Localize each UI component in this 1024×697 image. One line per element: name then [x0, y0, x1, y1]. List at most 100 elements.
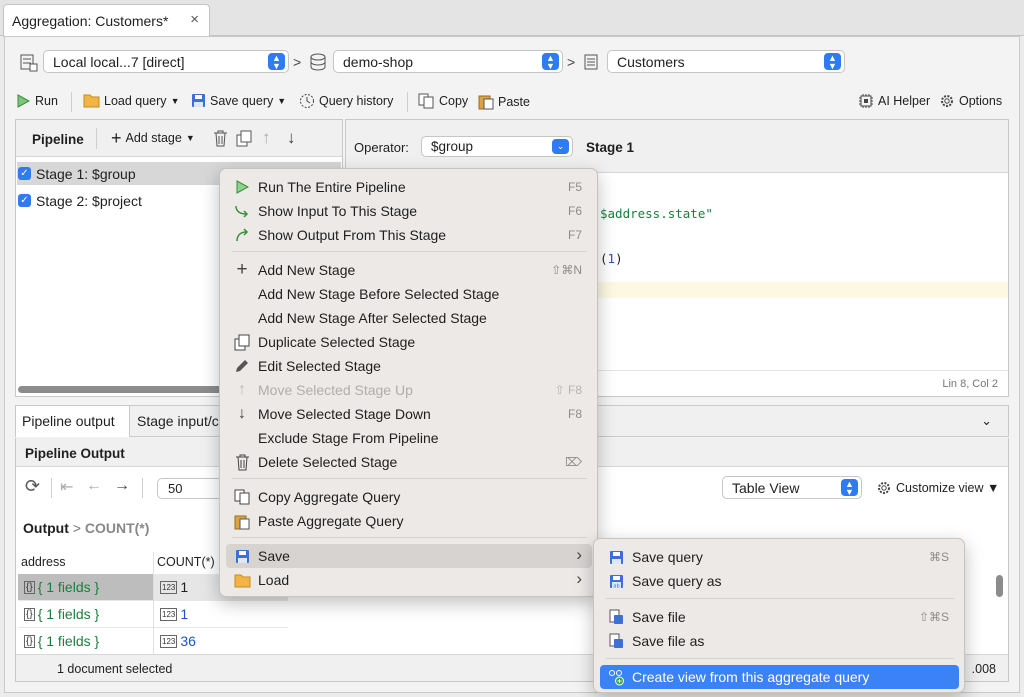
menu-item-label: Create view from this aggregate query [632, 669, 870, 685]
previous-page-icon[interactable]: ← [86, 477, 102, 495]
close-icon[interactable]: × [190, 11, 199, 28]
menu-item-add-stage-after[interactable]: Add New Stage After Selected Stage [226, 306, 592, 330]
table-cell-count[interactable]: 123 36 [153, 628, 288, 655]
load-query-button[interactable]: Load query ▼ [83, 93, 179, 108]
copy-button[interactable]: Copy [418, 93, 468, 109]
run-label: Run [35, 94, 58, 108]
submenu-item-save-file[interactable]: Save file ⇧⌘S [600, 605, 959, 629]
arrow-up-icon[interactable]: ↑ [262, 128, 271, 148]
copy-icon [234, 489, 249, 505]
copy-label: Copy [439, 94, 469, 108]
server-select[interactable]: Local local...7 [direct] ▲ ▼ [43, 50, 289, 73]
menu-item-save[interactable]: Save › [226, 544, 592, 568]
stage-2-checkbox[interactable]: ✓ [18, 194, 31, 207]
menu-item-label: Copy Aggregate Query [258, 489, 401, 505]
submenu-item-save-query[interactable]: Save query ⌘S [600, 545, 959, 569]
menu-item-shortcut: ⇧⌘N [551, 263, 582, 277]
arrow-down-icon: ↓ [238, 405, 246, 422]
folder-icon [83, 94, 100, 108]
chip-icon [859, 94, 873, 108]
chevron-down-icon[interactable]: ⌄ [981, 413, 992, 429]
table-cell-address[interactable]: {}{ 1 fields } [18, 574, 153, 601]
menu-item-edit-stage[interactable]: Edit Selected Stage [226, 354, 592, 378]
menu-item-label: Save query [632, 549, 703, 565]
plus-icon: + [236, 259, 248, 280]
menu-item-load[interactable]: Load › [226, 568, 592, 592]
count-value: 36 [180, 633, 196, 649]
number-icon: 123 [160, 607, 178, 621]
menu-item-shortcut: ⇧⌘S [918, 610, 949, 624]
arrow-down-icon[interactable]: ↓ [287, 128, 296, 148]
horizontal-scrollbar[interactable] [18, 386, 228, 393]
menu-item-move-stage-down[interactable]: ↓ Move Selected Stage Down F8 [226, 402, 592, 426]
menu-separator [606, 598, 954, 599]
duplicate-icon[interactable] [236, 130, 253, 147]
menu-item-shortcut: ⌦ [565, 455, 582, 469]
table-cell-address[interactable]: {}{ 1 fields } [18, 628, 153, 655]
menu-item-paste-aggregate[interactable]: Paste Aggregate Query [226, 509, 592, 533]
paste-label: Paste [498, 94, 530, 109]
ai-helper-button[interactable]: AI Helper [858, 93, 930, 109]
toolbar-divider [142, 478, 143, 498]
collection-select[interactable]: Customers ▲ ▼ [607, 50, 845, 73]
menu-item-add-stage-before[interactable]: Add New Stage Before Selected Stage [226, 282, 592, 306]
save-query-button[interactable]: Save query ▼ [191, 93, 286, 108]
collection-select-value: Customers [617, 54, 685, 70]
submenu-item-save-query-as[interactable]: ab Save query as [600, 569, 959, 593]
menu-item-show-output[interactable]: Show Output From This Stage F7 [226, 223, 592, 247]
table-cell-count[interactable]: 123 1 [153, 601, 288, 628]
menu-item-label: Add New Stage After Selected Stage [258, 310, 487, 326]
next-page-icon[interactable]: → [114, 477, 130, 495]
operator-select[interactable]: $group ⌄ [421, 136, 573, 157]
save-file-icon [609, 609, 623, 624]
first-page-icon[interactable]: ⇤ [60, 477, 73, 497]
stage-title: Stage 1 [586, 140, 635, 155]
query-history-button[interactable]: Query history [299, 93, 393, 109]
menu-item-label: Load [258, 572, 290, 588]
menu-item-run-pipeline[interactable]: Run The Entire Pipeline F5 [226, 175, 592, 199]
stage-context-menu: Run The Entire Pipeline F5 Show Input To… [219, 168, 598, 597]
menu-item-copy-aggregate[interactable]: Copy Aggregate Query [226, 485, 592, 509]
chevron-updown-icon: ▲ ▼ [841, 479, 858, 497]
stage-1-label: Stage 1: $group [36, 165, 136, 182]
menu-separator [232, 537, 587, 538]
floppy-icon [235, 549, 249, 563]
options-label: Options [959, 94, 1003, 108]
tab-aggregation-customers[interactable]: Aggregation: Customers* × [3, 4, 210, 37]
menu-item-show-input[interactable]: Show Input To This Stage F6 [226, 199, 592, 223]
menu-item-delete-stage[interactable]: Delete Selected Stage ⌦ [226, 450, 592, 474]
refresh-icon[interactable]: ⟳ [25, 476, 40, 497]
menu-item-exclude-stage[interactable]: Exclude Stage From Pipeline [226, 426, 592, 450]
tab-pipeline-output[interactable]: Pipeline output [16, 406, 130, 437]
breadcrumb-root[interactable]: Output [23, 520, 69, 536]
menu-item-duplicate-stage[interactable]: Duplicate Selected Stage [226, 330, 592, 354]
add-stage-label: Add stage [125, 131, 182, 145]
options-button[interactable]: Options [939, 93, 1002, 109]
operator-select-value: $group [431, 139, 474, 154]
table-cell-address[interactable]: {}{ 1 fields } [18, 601, 153, 628]
column-header-address[interactable]: address [18, 552, 152, 574]
trash-icon[interactable] [213, 130, 228, 147]
caret-down-icon: ▼ [185, 133, 195, 143]
menu-item-label: Add New Stage Before Selected Stage [258, 286, 500, 302]
menu-item-label: Exclude Stage From Pipeline [258, 430, 439, 446]
server-icon [20, 54, 38, 72]
menu-item-label: Save file [632, 609, 686, 625]
gear-icon [941, 95, 953, 107]
menu-item-label: Show Output From This Stage [258, 227, 447, 243]
paste-button[interactable]: Paste [478, 93, 530, 110]
add-stage-button[interactable]: + Add stage ▼ [111, 129, 195, 147]
submenu-item-create-view[interactable]: Create view from this aggregate query [600, 665, 959, 689]
chevron-right-icon: › [576, 545, 582, 564]
database-select[interactable]: demo-shop ▲ ▼ [333, 50, 563, 73]
menu-item-label: Move Selected Stage Down [258, 406, 431, 422]
view-mode-select[interactable]: Table View ▲ ▼ [722, 476, 862, 499]
menu-item-add-stage[interactable]: + Add New Stage ⇧⌘N [226, 258, 592, 282]
stage-1-checkbox[interactable]: ✓ [18, 167, 31, 180]
submenu-item-save-file-as[interactable]: Save file as [600, 629, 959, 653]
run-button[interactable]: Run [15, 93, 58, 109]
menu-item-label: Edit Selected Stage [258, 358, 381, 374]
operator-label: Operator: [354, 140, 409, 155]
vertical-scrollbar[interactable] [996, 575, 1003, 597]
customize-view-button[interactable]: Customize view ▼ [876, 480, 999, 496]
